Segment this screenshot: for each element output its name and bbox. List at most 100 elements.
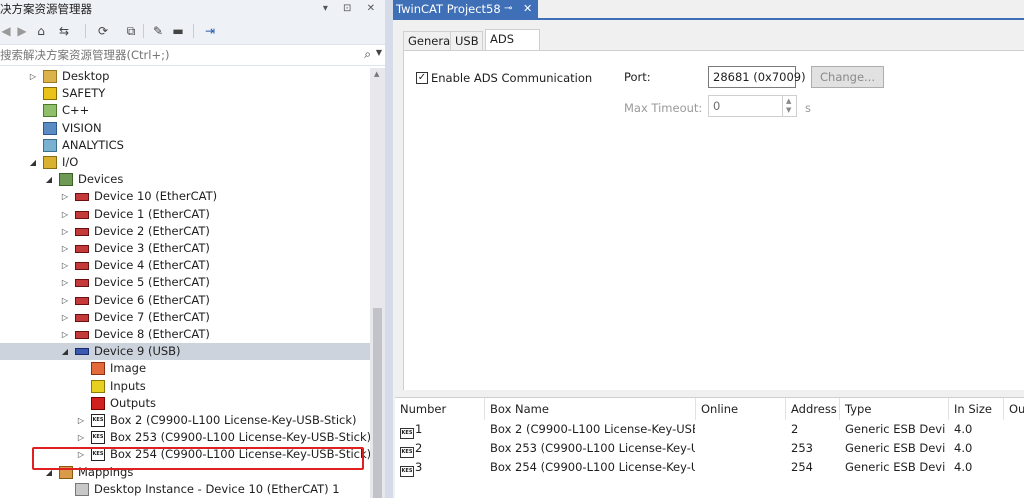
cell-box-name: Box 2 (C9900-L100 License-Key-USB... — [490, 422, 695, 436]
max-timeout-stepper[interactable]: ▲ ▼ — [782, 96, 796, 116]
search-input[interactable] — [0, 45, 350, 65]
column-number[interactable]: Number — [395, 398, 485, 420]
tree-item-label: C++ — [62, 103, 90, 118]
scrollbar-thumb[interactable] — [373, 308, 382, 498]
toolbar-separator — [193, 24, 194, 38]
io-icon — [43, 156, 57, 169]
minus-icon[interactable]: ▬ — [171, 23, 185, 39]
home-icon[interactable]: ⌂ — [34, 23, 48, 39]
column-type[interactable]: Type — [840, 398, 949, 420]
tree-item[interactable]: ▷ Device 1 (EtherCAT) — [0, 206, 370, 223]
tree-item[interactable]: ANALYTICS — [0, 137, 370, 154]
tree-item[interactable]: ▷ Desktop — [0, 68, 370, 85]
pin-icon[interactable]: ⊸ — [504, 0, 512, 18]
box-icon: KES — [91, 414, 105, 427]
cell-type: Generic ESB Devi... — [845, 422, 945, 436]
collapse-arrow-icon[interactable]: ◢ — [60, 343, 70, 360]
forward-icon[interactable]: ▶ — [16, 23, 28, 39]
tree-item[interactable]: ▷ KES Box 253 (C9900-L100 License-Key-USB-… — [0, 429, 370, 446]
tree-item[interactable]: ▷ Device 6 (EtherCAT) — [0, 292, 370, 309]
change-button[interactable]: Change... — [811, 66, 884, 88]
tree-item-label: Device 3 (EtherCAT) — [94, 241, 210, 255]
search-icon[interactable]: ⌕ — [364, 47, 371, 62]
tree-item[interactable]: ▷ Device 2 (EtherCAT) — [0, 223, 370, 240]
tree-item[interactable]: Outputs — [0, 395, 370, 412]
close-icon[interactable]: ✕ — [523, 0, 532, 18]
history-icon[interactable]: ⟳ — [93, 23, 113, 39]
search-options-chevron-down-icon[interactable]: ▼ — [376, 48, 382, 57]
properties-icon[interactable]: ✎ — [151, 23, 165, 39]
column-in-size[interactable]: In Size — [949, 398, 1004, 420]
tree-item[interactable]: ▷ Device 7 (EtherCAT) — [0, 309, 370, 326]
tab-usb[interactable]: USB — [450, 31, 483, 50]
expand-arrow-icon[interactable]: ▷ — [60, 188, 70, 205]
ethercat-icon — [75, 331, 89, 339]
table-row[interactable]: KES 1 Box 2 (C9900-L100 License-Key-USB...… — [395, 420, 1024, 439]
tree-item[interactable]: Desktop Instance - Device 10 (EtherCAT) … — [0, 481, 370, 498]
cell-box-name: Box 254 (C9900-L100 License-Key-U... — [490, 460, 695, 474]
expand-arrow-icon[interactable]: ▷ — [60, 240, 70, 257]
solution-explorer-search: ⌕ ▼ — [0, 44, 385, 66]
box-icon: KES — [91, 431, 105, 445]
collapse-arrow-icon[interactable]: ◢ — [44, 171, 54, 188]
expand-arrow-icon[interactable]: ▷ — [28, 68, 38, 85]
sync-icon[interactable]: ⇆ — [54, 23, 74, 39]
expand-arrow-icon[interactable]: ▷ — [60, 274, 70, 291]
tab-general[interactable]: General — [403, 31, 453, 50]
port-label: Port: — [624, 70, 651, 84]
column-out-size[interactable]: Ou — [1004, 398, 1024, 420]
safety-icon — [43, 87, 57, 101]
tree-item[interactable]: Inputs — [0, 378, 370, 395]
editor-panel: TwinCAT Project58 ⊸ ✕ General USB ADS ✓ … — [393, 0, 1024, 498]
column-box-name[interactable]: Box Name — [485, 398, 696, 420]
tree-vertical-scrollbar[interactable]: ▲ — [370, 68, 385, 498]
tree-item[interactable]: ◢ I/O — [0, 154, 370, 171]
pin-to-view-icon[interactable]: ⇥ — [200, 23, 220, 39]
chevron-up-icon[interactable]: ▲ — [786, 97, 791, 105]
panel-window-buttons[interactable]: ▾ ⊡ ✕ — [323, 0, 381, 18]
tree-item[interactable]: ▷ Device 5 (EtherCAT) — [0, 274, 370, 291]
collapse-arrow-icon[interactable]: ◢ — [28, 154, 38, 171]
tree-item[interactable]: Image — [0, 360, 370, 377]
expand-arrow-icon[interactable]: ▷ — [60, 223, 70, 240]
tree-item[interactable]: ◢ Devices — [0, 171, 370, 188]
tree-item[interactable]: ▷ Device 3 (EtherCAT) — [0, 240, 370, 257]
back-icon[interactable]: ◀ — [0, 23, 12, 39]
tree-item-label: Device 6 (EtherCAT) — [94, 292, 210, 307]
tree-item[interactable]: ▷ Device 10 (EtherCAT) — [0, 188, 370, 205]
cell-address: 253 — [791, 441, 813, 455]
box-icon: KES — [400, 447, 414, 458]
expand-arrow-icon[interactable]: ▷ — [76, 412, 86, 429]
column-address[interactable]: Address — [786, 398, 840, 420]
expand-arrow-icon[interactable]: ▷ — [60, 206, 70, 223]
devices-icon — [59, 173, 73, 187]
analytics-icon — [43, 138, 57, 152]
tree-item-label: Device 4 (EtherCAT) — [94, 258, 210, 273]
tab-ads[interactable]: ADS — [485, 29, 540, 51]
expand-arrow-icon[interactable]: ▷ — [60, 326, 70, 343]
tree-item[interactable]: ▷ KES Box 2 (C9900-L100 License-Key-USB-St… — [0, 412, 370, 429]
collapse-all-icon[interactable]: ⧉ — [124, 23, 138, 39]
column-online[interactable]: Online — [696, 398, 786, 420]
tree-item[interactable]: ▷ Device 4 (EtherCAT) — [0, 257, 370, 274]
expand-arrow-icon[interactable]: ▷ — [60, 257, 70, 274]
table-row[interactable]: KES 2 Box 253 (C9900-L100 License-Key-U...… — [395, 439, 1024, 458]
cell-in-size: 4.0 — [954, 441, 973, 455]
tree-item[interactable]: ▷ Device 8 (EtherCAT) — [0, 326, 370, 343]
enable-ads-label[interactable]: Enable ADS Communication — [431, 71, 592, 85]
scroll-up-icon[interactable]: ▲ — [374, 70, 379, 78]
tree-item[interactable]: SAFETY — [0, 85, 370, 102]
tree-item[interactable]: C++ — [0, 102, 370, 119]
enable-ads-checkbox[interactable]: ✓ — [416, 72, 428, 84]
panel-splitter[interactable] — [385, 0, 393, 498]
port-field[interactable]: 28681 (0x7009) — [708, 66, 806, 88]
document-tab[interactable]: TwinCAT Project58 ⊸ ✕ — [393, 0, 538, 18]
expand-arrow-icon[interactable]: ▷ — [60, 292, 70, 309]
tree-item[interactable]: VISION — [0, 120, 370, 137]
expand-arrow-icon[interactable]: ▷ — [60, 309, 70, 326]
table-row[interactable]: KES 3 Box 254 (C9900-L100 License-Key-U...… — [395, 458, 1024, 477]
chevron-down-icon[interactable]: ▼ — [786, 106, 791, 114]
expand-arrow-icon[interactable]: ▷ — [76, 429, 86, 446]
tree-item-label: VISION — [62, 120, 102, 135]
tree-item[interactable]: ◢ Device 9 (USB) — [0, 343, 370, 361]
